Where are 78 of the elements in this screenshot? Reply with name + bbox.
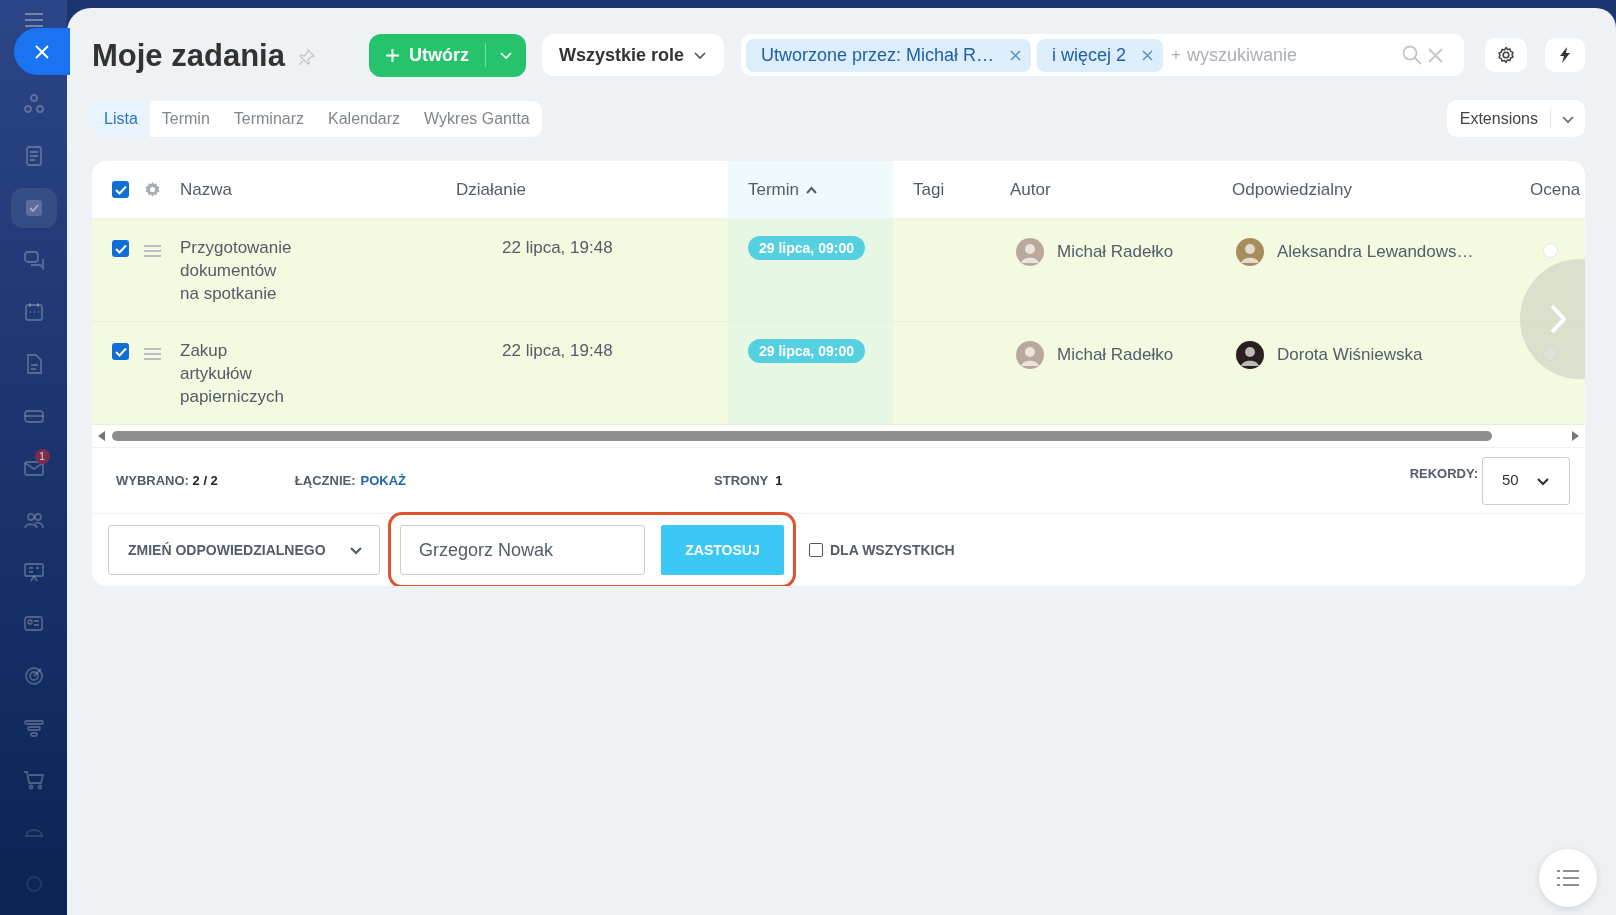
- menu-icon[interactable]: [23, 12, 44, 28]
- avatar: [1016, 238, 1044, 266]
- checkbox[interactable]: [112, 343, 129, 360]
- pin-icon: [297, 48, 316, 66]
- page-title: Moje zadania: [92, 39, 285, 71]
- search-icon[interactable]: [1402, 45, 1422, 65]
- person-link[interactable]: Michał Radełko: [1057, 342, 1174, 368]
- responsible-input-field[interactable]: Grzegorz Nowak: [400, 525, 645, 575]
- pages-info: STRONY 1: [714, 471, 783, 490]
- scroll-right-icon: [1571, 431, 1579, 441]
- checkbox[interactable]: [112, 181, 129, 198]
- column-header[interactable]: Tagi: [913, 176, 945, 203]
- lightning-button[interactable]: [1545, 38, 1585, 72]
- sidebar-item-active[interactable]: [10, 188, 57, 228]
- drag-handle-icon[interactable]: [144, 244, 161, 258]
- view-tab[interactable]: Wykres Gantta: [412, 100, 542, 137]
- column-header[interactable]: Odpowiedzialny: [1232, 176, 1352, 203]
- close-icon[interactable]: [1142, 49, 1154, 61]
- scroll-left-icon: [98, 431, 106, 441]
- column-header[interactable]: Termin: [748, 176, 799, 203]
- for-all-label: DLA WSZYSTKICH: [830, 540, 955, 560]
- chevron-down-icon: [498, 49, 513, 61]
- settings-icon: [1497, 46, 1515, 64]
- for-all-checkbox[interactable]: [809, 543, 823, 557]
- network-icon[interactable]: [22, 93, 45, 115]
- activity-date: 22 lipca, 19:48: [502, 237, 614, 259]
- action-select[interactable]: ZMIEŃ ODPOWIEDZIALNEGO: [108, 525, 380, 575]
- settings-icon[interactable]: [144, 181, 161, 198]
- filter-search-field[interactable]: Utworzone przez: Michał R… i więcej 2 + wyszukiwanie: [741, 34, 1464, 76]
- target-icon[interactable]: [22, 665, 45, 687]
- settings-button[interactable]: [1485, 38, 1527, 72]
- checkbox[interactable]: [112, 240, 129, 257]
- list-menu-button[interactable]: [1539, 849, 1597, 907]
- column-header[interactable]: Działanie: [456, 176, 526, 203]
- calendar-icon[interactable]: [22, 301, 45, 323]
- avatar: [1016, 341, 1044, 369]
- list-icon: [1557, 870, 1579, 886]
- notification-badge: 1: [34, 449, 50, 464]
- filter-tag-label: Utworzone przez: Michał R…: [761, 43, 995, 67]
- column-header[interactable]: Nazwa: [180, 176, 232, 203]
- filter-tag[interactable]: i więcej 2: [1037, 38, 1164, 72]
- plus-icon: [384, 47, 400, 63]
- presentation-icon[interactable]: [22, 561, 45, 583]
- records-label: REKORDY:: [1409, 465, 1478, 483]
- avatar: [1236, 238, 1264, 266]
- show-total-link[interactable]: POKAŻ: [360, 470, 406, 491]
- column-header[interactable]: Autor: [1010, 176, 1051, 203]
- role-filter-dropdown[interactable]: Wszystkie role: [541, 34, 724, 76]
- chevron-right-icon: [1550, 304, 1566, 334]
- close-icon[interactable]: [1010, 49, 1022, 61]
- close-icon: [35, 44, 49, 59]
- filter-tag[interactable]: Utworzone przez: Michał R…: [746, 38, 1032, 72]
- chevron-down-icon: [693, 49, 707, 61]
- task-name-link[interactable]: Zakup artykułów papierniczych: [180, 339, 436, 408]
- selected-count: WYBRANO: 2 / 2: [116, 471, 218, 490]
- total-label: ŁĄCZNIE:: [294, 471, 356, 490]
- activity-date: 22 lipca, 19:48: [502, 340, 614, 362]
- view-tab[interactable]: Kalendarz: [316, 100, 413, 137]
- lightning-icon: [1559, 47, 1571, 63]
- close-button[interactable]: [14, 28, 70, 75]
- cart-icon[interactable]: [22, 769, 45, 791]
- view-tab[interactable]: Lista: [92, 100, 150, 137]
- filter-tag-label: i więcej 2: [1052, 43, 1127, 67]
- column-header[interactable]: Ocena: [1530, 176, 1581, 203]
- close-icon[interactable]: [1428, 47, 1443, 63]
- view-tab[interactable]: Termin: [149, 100, 222, 137]
- view-tab[interactable]: Terminarz: [221, 100, 317, 137]
- funnel-icon[interactable]: [22, 717, 45, 739]
- records-per-page-select[interactable]: 50: [1482, 456, 1570, 505]
- rating-radio[interactable]: [1543, 243, 1558, 258]
- task-name-link[interactable]: Przygotowanie dokumentów na spotkanie: [180, 236, 436, 305]
- person-link[interactable]: Aleksandra Lewandows…: [1277, 239, 1474, 265]
- drag-handle-icon[interactable]: [144, 347, 161, 361]
- avatar: [1236, 341, 1264, 369]
- person-link[interactable]: Dorota Wiśniewska: [1277, 342, 1423, 368]
- chevron-down-icon: [349, 544, 363, 556]
- person-link[interactable]: Michał Radełko: [1057, 239, 1174, 265]
- chat-icon[interactable]: [22, 249, 45, 271]
